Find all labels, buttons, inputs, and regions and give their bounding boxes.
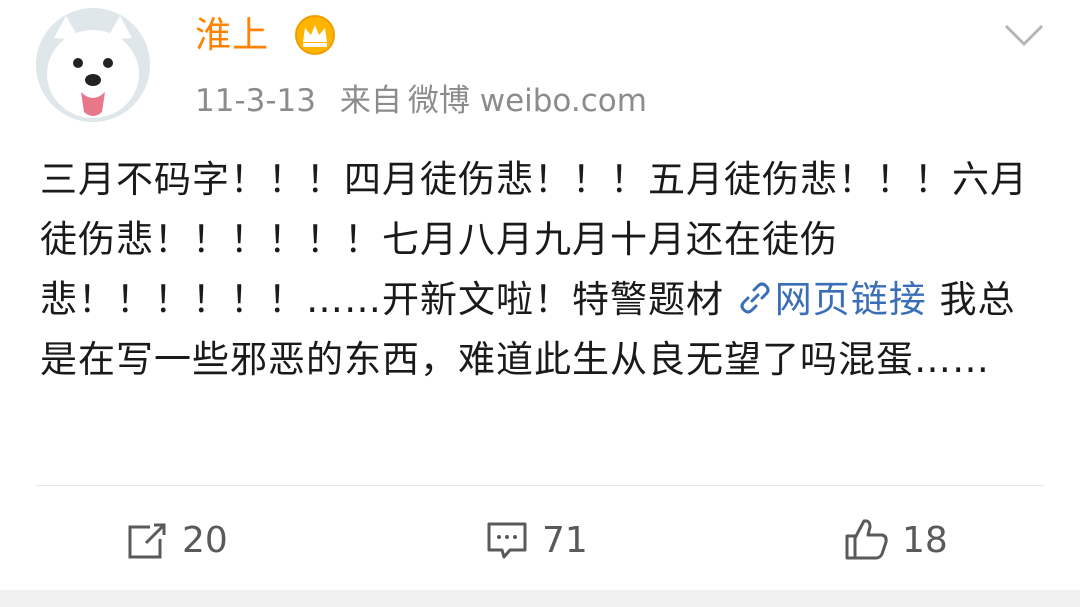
like-button[interactable]: 18 bbox=[842, 510, 948, 570]
post-source: 微博 weibo.com bbox=[407, 83, 647, 119]
comment-button[interactable]: 71 bbox=[484, 510, 588, 570]
samoyed-avatar-icon bbox=[36, 8, 150, 122]
web-link-label[interactable]: 网页链接 bbox=[775, 278, 927, 321]
thumbs-up-icon bbox=[845, 519, 888, 560]
link-icon bbox=[740, 282, 770, 314]
avatar[interactable] bbox=[36, 8, 150, 122]
bottom-bar bbox=[0, 590, 1080, 607]
crown-icon[interactable] bbox=[294, 14, 336, 56]
divider bbox=[36, 485, 1044, 486]
web-link[interactable]: 网页链接 bbox=[737, 278, 940, 321]
chevron-down-icon[interactable] bbox=[1000, 16, 1048, 56]
post-text: 三月不码字！！！四月徒伤悲！！！五月徒伤悲！！！六月徒伤悲！！！！！！七月八月九… bbox=[40, 150, 1050, 390]
post-meta: 11-3-13 来自 微博 weibo.com bbox=[195, 80, 661, 122]
post-date: 11-3-13 bbox=[195, 83, 316, 119]
comment-count: 71 bbox=[542, 519, 588, 561]
repost-count: 20 bbox=[182, 519, 228, 561]
like-count: 18 bbox=[902, 519, 948, 561]
comment-icon bbox=[487, 522, 527, 559]
repost-button[interactable]: 20 bbox=[124, 510, 228, 570]
repost-icon bbox=[128, 523, 166, 559]
username[interactable]: 淮上 bbox=[195, 12, 269, 60]
source-prefix: 来自 bbox=[339, 83, 402, 119]
